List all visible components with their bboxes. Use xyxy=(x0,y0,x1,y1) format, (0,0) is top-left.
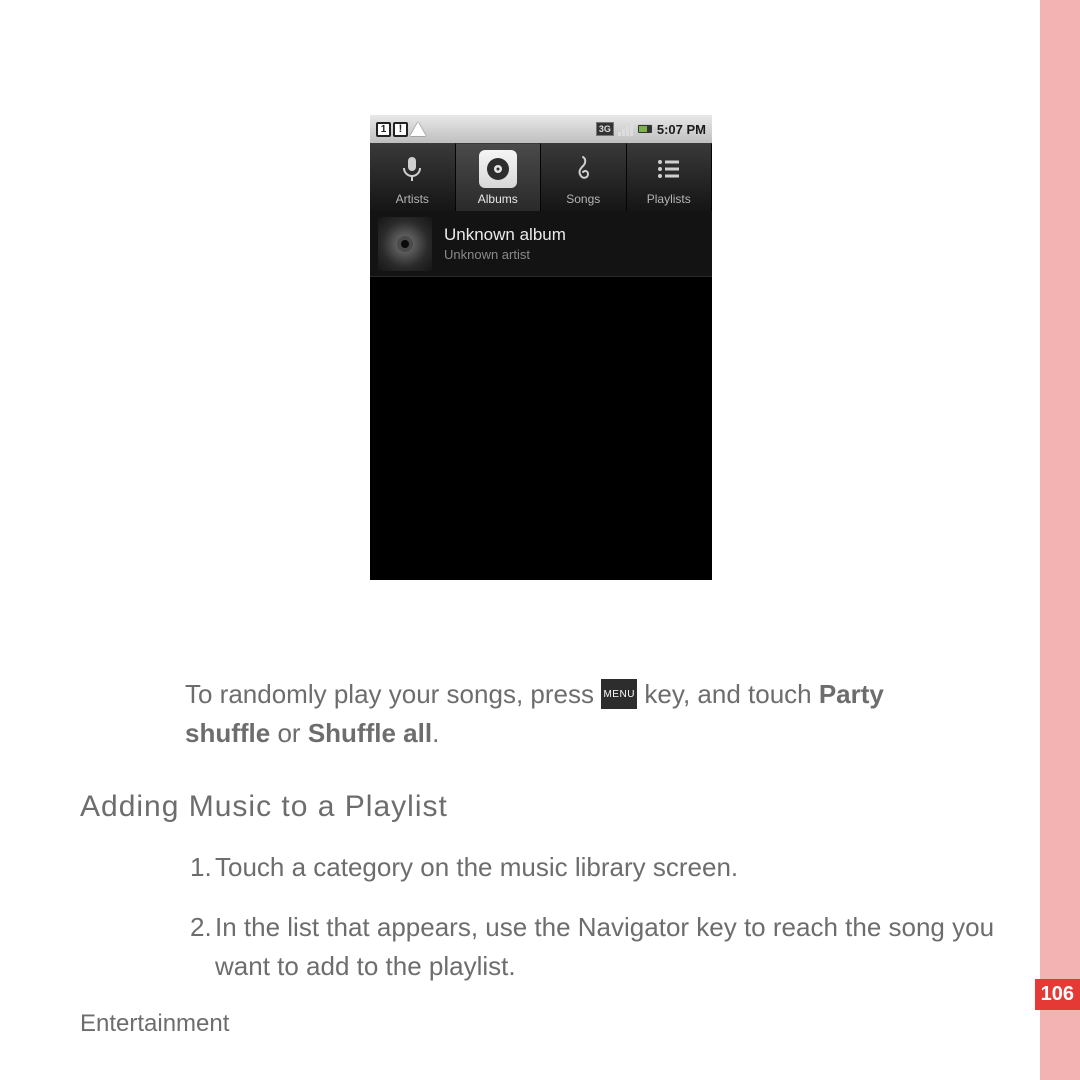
sim-alert-icon: ! xyxy=(393,122,408,137)
step-1: 1. Touch a category on the music library… xyxy=(215,848,1015,887)
step-number: 2. xyxy=(190,908,212,947)
tab-albums[interactable]: Albums xyxy=(456,143,542,211)
menu-key-icon: MENU xyxy=(601,679,637,709)
bold-shuffle-all: Shuffle all xyxy=(308,718,432,748)
tab-label: Albums xyxy=(478,192,518,206)
status-time: 5:07 PM xyxy=(657,122,706,137)
tab-songs[interactable]: Songs xyxy=(541,143,627,211)
status-left: 1 ! xyxy=(376,122,426,137)
step-text: Touch a category on the music library sc… xyxy=(215,852,738,882)
tab-label: Songs xyxy=(566,192,600,206)
album-artist: Unknown artist xyxy=(444,247,566,262)
shuffle-paragraph: To randomly play your songs, press MENU … xyxy=(185,675,1005,753)
warning-icon xyxy=(410,122,426,136)
tab-label: Playlists xyxy=(647,192,691,206)
status-right: 3G 5:07 PM xyxy=(596,122,706,137)
album-title: Unknown album xyxy=(444,225,566,245)
step-2: 2. In the list that appears, use the Nav… xyxy=(215,908,1015,986)
treble-clef-icon xyxy=(564,150,602,188)
page-content: 1 ! 3G 5:07 PM Artists xyxy=(80,0,1040,1080)
tab-playlists[interactable]: Playlists xyxy=(627,143,713,211)
text: . xyxy=(432,718,439,748)
disc-icon xyxy=(479,150,517,188)
signal-bars-icon xyxy=(618,122,633,136)
mic-icon xyxy=(393,150,431,188)
data-3g-icon: 3G xyxy=(596,122,614,136)
music-tabs: Artists Albums Songs Playlists xyxy=(370,143,712,211)
battery-icon xyxy=(637,124,653,134)
album-texts: Unknown album Unknown artist xyxy=(444,225,566,262)
sim-card-icon: 1 xyxy=(376,122,391,137)
status-bar: 1 ! 3G 5:07 PM xyxy=(370,115,712,143)
phone-screenshot: 1 ! 3G 5:07 PM Artists xyxy=(370,115,712,580)
bold-party: Party xyxy=(819,679,884,709)
album-art-icon xyxy=(378,217,432,271)
list-icon xyxy=(650,150,688,188)
tab-artists[interactable]: Artists xyxy=(370,143,456,211)
step-text: In the list that appears, use the Naviga… xyxy=(215,912,994,981)
page-number: 106 xyxy=(1035,979,1080,1010)
bold-shuffle: shuffle xyxy=(185,718,270,748)
tab-label: Artists xyxy=(396,192,429,206)
text: or xyxy=(270,718,308,748)
text: To randomly play your songs, press xyxy=(185,679,601,709)
section-footer: Entertainment xyxy=(80,1010,229,1038)
album-row[interactable]: Unknown album Unknown artist xyxy=(370,211,712,277)
page-sidebar: 106 xyxy=(1040,0,1080,1080)
step-number: 1. xyxy=(190,848,212,887)
text: key, and touch xyxy=(637,679,819,709)
section-heading: Adding Music to a Playlist xyxy=(80,790,448,824)
